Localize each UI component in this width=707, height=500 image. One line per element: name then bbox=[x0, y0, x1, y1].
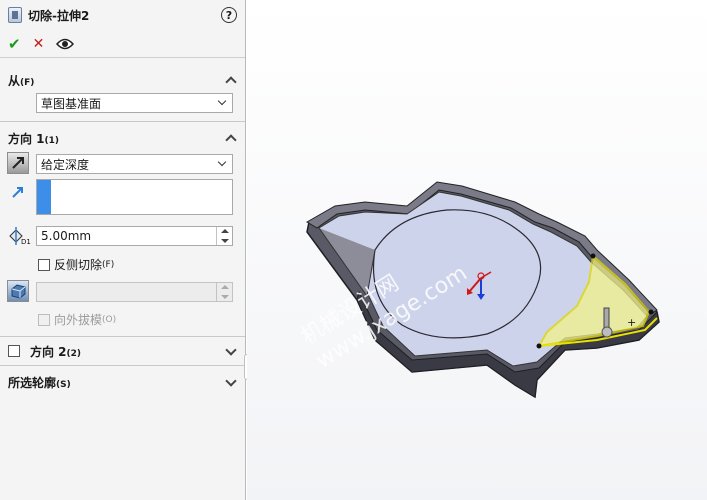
expand-icon[interactable] bbox=[225, 345, 237, 357]
chevron-down-icon bbox=[216, 158, 228, 170]
cancel-button[interactable]: ✕ bbox=[33, 36, 45, 52]
selected-contours-section-header[interactable]: 所选轮廓(S) bbox=[0, 370, 245, 394]
sketch-vertex bbox=[648, 309, 654, 315]
draft-toggle-button[interactable] bbox=[7, 280, 29, 302]
checkbox-box[interactable] bbox=[38, 258, 50, 271]
end-condition-select[interactable]: 给定深度 bbox=[36, 154, 233, 174]
flip-side-mnemonic: (F) bbox=[102, 259, 115, 270]
property-manager: 切除-拉伸2 ? ✔ ✕ 从(F) 草图基准面 方向 1(1) 给定深度 D1 … bbox=[0, 0, 246, 500]
selection-highlight bbox=[37, 180, 51, 214]
model-view: + 机械设计网 www.jxage.com bbox=[297, 181, 660, 399]
from-select[interactable]: 草图基准面 bbox=[36, 93, 233, 113]
action-bar: ✔ ✕ bbox=[0, 30, 245, 58]
reverse-direction-button[interactable] bbox=[7, 152, 29, 174]
direction2-label: 方向 2 bbox=[30, 344, 67, 359]
draft-outward-label: 向外拔模 bbox=[54, 313, 103, 327]
cut-extrude-icon bbox=[8, 7, 22, 23]
depth-input[interactable]: 5.00mm bbox=[36, 226, 233, 246]
panel-header: 切除-拉伸2 ? bbox=[0, 0, 245, 30]
svg-text:D1: D1 bbox=[21, 238, 31, 246]
draft-spinner bbox=[216, 283, 232, 301]
collapse-icon[interactable] bbox=[225, 132, 237, 144]
from-label: 从 bbox=[8, 73, 21, 88]
section-divider bbox=[0, 336, 245, 337]
direction-reference-box[interactable] bbox=[36, 179, 233, 215]
selected-contours-label: 所选轮廓 bbox=[8, 375, 57, 390]
expand-icon[interactable] bbox=[225, 376, 237, 388]
draft-angle-input bbox=[36, 282, 233, 302]
direction1-section-header[interactable]: 方向 1(1) bbox=[0, 126, 245, 150]
flip-side-label: 反侧切除 bbox=[54, 258, 103, 272]
from-section-header[interactable]: 从(F) bbox=[0, 68, 245, 92]
checkbox-box[interactable] bbox=[8, 345, 20, 357]
draft-outward-checkbox: 向外拔模 (O) bbox=[38, 311, 116, 328]
checkbox-box bbox=[38, 313, 50, 326]
help-icon[interactable]: ? bbox=[221, 7, 237, 23]
selected-contours-mnemonic: (S) bbox=[56, 379, 71, 390]
direction2-section-header[interactable]: 方向 2(2) bbox=[0, 339, 245, 363]
sketch-vertex bbox=[536, 343, 542, 349]
chevron-down-icon bbox=[216, 97, 228, 109]
sketch-vertex bbox=[590, 253, 596, 259]
depth-value: 5.00mm bbox=[41, 229, 92, 243]
depth-icon: D1 bbox=[9, 227, 31, 246]
direction1-mnemonic: (1) bbox=[44, 135, 60, 146]
direction2-checkbox[interactable] bbox=[8, 345, 24, 357]
draft-icon bbox=[11, 284, 26, 299]
collapse-icon[interactable] bbox=[225, 74, 237, 86]
direction-arrow-icon bbox=[12, 187, 23, 198]
flip-side-checkbox[interactable]: 反侧切除 (F) bbox=[38, 256, 114, 273]
graphics-viewport[interactable]: + 机械设计网 www.jxage.com bbox=[247, 0, 707, 500]
from-selected-value: 草图基准面 bbox=[41, 96, 102, 111]
feature-title: 切除-拉伸2 bbox=[28, 8, 90, 23]
draft-outward-mnemonic: (O) bbox=[102, 314, 117, 325]
section-divider bbox=[0, 365, 245, 366]
from-mnemonic: (F) bbox=[20, 77, 35, 88]
drag-handle-knob[interactable] bbox=[601, 326, 613, 338]
reverse-direction-icon bbox=[12, 157, 24, 169]
direction2-mnemonic: (2) bbox=[66, 348, 82, 359]
end-condition-value: 给定深度 bbox=[41, 157, 90, 172]
origin-cross-icon: + bbox=[627, 316, 636, 329]
preview-eye-icon[interactable] bbox=[56, 38, 75, 50]
ok-button[interactable]: ✔ bbox=[8, 35, 21, 53]
section-divider bbox=[0, 121, 245, 122]
depth-spinner[interactable] bbox=[216, 227, 232, 245]
direction1-label: 方向 1 bbox=[8, 131, 45, 146]
